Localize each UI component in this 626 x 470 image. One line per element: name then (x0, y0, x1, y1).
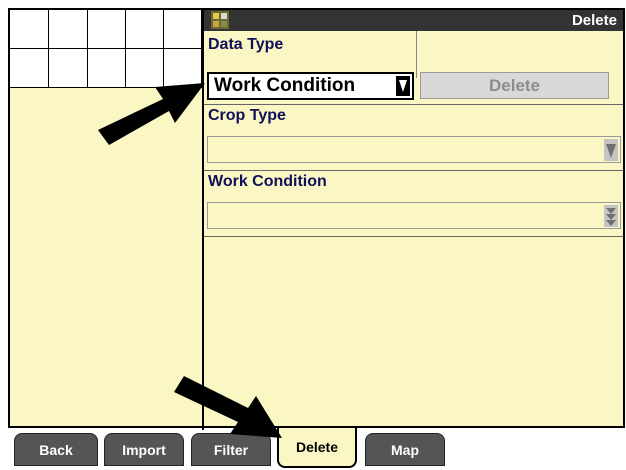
pointer-arrow-icon (98, 83, 205, 145)
crop-type-label: Crop Type (208, 107, 286, 124)
data-management-icon (211, 11, 229, 29)
tab-map[interactable]: Map (365, 433, 445, 466)
screen: Delete Data Type Work Condition Delete C… (8, 8, 625, 430)
separator (204, 236, 623, 237)
data-type-value: Work Condition (214, 75, 356, 96)
tab-bar: Back Import Filter Delete Map (0, 428, 626, 470)
title-bar: Delete (204, 10, 623, 31)
dropdown-arrow-icon (396, 76, 410, 96)
grid-cell[interactable] (164, 10, 202, 49)
grid-cell[interactable] (49, 49, 88, 88)
grid-cell[interactable] (10, 49, 49, 88)
grid-cell[interactable] (10, 10, 49, 49)
delete-button[interactable]: Delete (420, 72, 609, 99)
dropdown-arrow-icon (604, 139, 618, 161)
separator (204, 104, 623, 105)
data-type-label: Data Type (208, 36, 284, 53)
pointer-arrow-icon (174, 376, 282, 438)
data-type-select[interactable]: Work Condition (207, 72, 414, 100)
grid-cell[interactable] (88, 10, 126, 49)
grid-cell[interactable] (49, 10, 88, 49)
delete-pane: Data Type Work Condition Delete Crop Typ… (204, 31, 623, 426)
multi-select-arrow-icon (604, 205, 618, 227)
grid-cell[interactable] (126, 10, 164, 49)
window-title: Delete (571, 12, 617, 29)
work-condition-label: Work Condition (208, 173, 327, 190)
tab-back[interactable]: Back (14, 433, 98, 466)
work-condition-select[interactable] (207, 202, 621, 229)
divider (416, 31, 417, 78)
separator (204, 170, 623, 171)
crop-type-select[interactable] (207, 136, 621, 163)
